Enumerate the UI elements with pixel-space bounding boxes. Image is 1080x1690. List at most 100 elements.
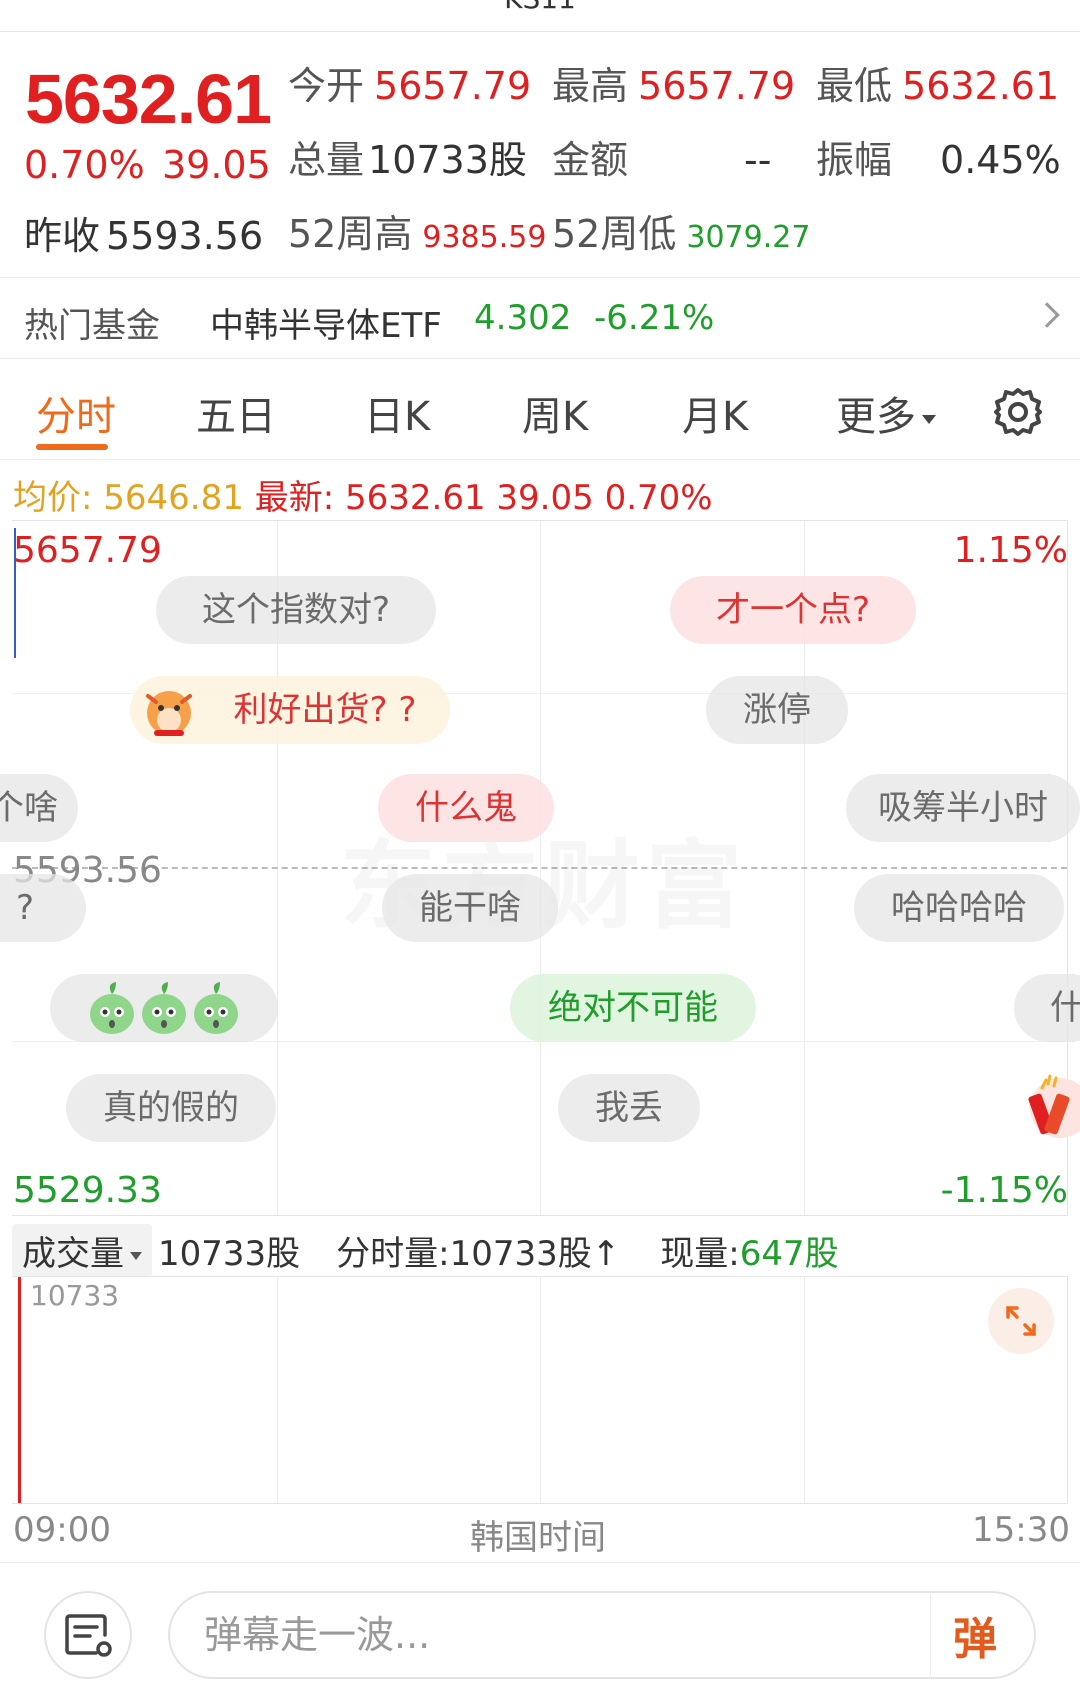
grid-line <box>277 1277 278 1503</box>
w52-high-cell: 52周高 9385.59 <box>288 203 546 258</box>
tab-more[interactable]: 更多 <box>836 384 936 442</box>
amount-value: -- <box>744 138 772 182</box>
x-axis-start: 09:00 <box>13 1510 111 1550</box>
danmaku-bubble[interactable]: 个啥 <box>0 774 78 842</box>
firecracker-icon <box>1028 1074 1080 1138</box>
volume-value: 10733股 <box>368 138 527 182</box>
hot-fund-price: 4.302 <box>474 298 572 338</box>
chart-tabs: 分时 五日 日K 周K 月K 更多 <box>0 360 1080 460</box>
danmaku-bubble[interactable]: 这个指数对? <box>156 576 436 644</box>
danmaku-bubble[interactable]: ? <box>0 874 86 942</box>
amount-label: 金额 <box>552 138 629 182</box>
volume-label: 总量 <box>288 138 365 182</box>
danmaku-send-label: 弹 <box>953 1614 997 1665</box>
danmaku-bubble[interactable]: 什 <box>1014 974 1080 1042</box>
hot-fund-row[interactable]: 热门基金 中韩半导体ETF 4.302 -6.21% <box>0 277 1080 359</box>
prev-close: 昨收 5593.56 <box>24 205 263 260</box>
volume-select-label: 成交量 <box>22 1234 124 1274</box>
expand-button[interactable] <box>988 1288 1054 1354</box>
amount-cell: 金额 -- <box>552 129 771 184</box>
w52-low-cell: 52周低 3079.27 <box>552 203 810 258</box>
volume-chart[interactable]: 10733 <box>12 1276 1068 1504</box>
danmaku-send-button[interactable]: 弹 <box>930 1591 1036 1679</box>
volume-now-label: 现量: <box>660 1234 740 1274</box>
latest-value: 5632.61 <box>344 478 486 518</box>
page-title: KS11 <box>0 0 1080 15</box>
low-cell: 最低 5632.61 <box>816 55 1059 110</box>
y-high-percent: 1.15% <box>953 530 1068 571</box>
danmaku-bubble[interactable]: 才一个点? <box>670 576 916 644</box>
amplitude-label: 振幅 <box>816 138 893 182</box>
tab-weekly-k[interactable]: 周K <box>522 384 588 442</box>
expand-icon <box>1006 1306 1036 1336</box>
high-cell: 最高 5657.79 <box>552 55 795 110</box>
w52-high-label: 52周高 <box>288 212 413 256</box>
bottom-bar: 弹幕走一波... 弹 <box>0 1562 1080 1690</box>
low-label: 最低 <box>816 64 893 108</box>
danmaku-bubble[interactable]: 真的假的 <box>66 1074 276 1142</box>
high-value: 5657.79 <box>638 64 796 108</box>
latest-change-percent: 0.70% <box>604 478 713 518</box>
x-axis-timezone: 韩国时间 <box>470 1518 606 1558</box>
y-low-percent: -1.15% <box>940 1170 1068 1211</box>
amplitude-value: 0.45% <box>940 138 1061 182</box>
hot-fund-label: 热门基金 <box>24 306 160 346</box>
current-price: 5632.61 <box>25 60 272 138</box>
x-axis-end: 15:30 <box>972 1510 1070 1550</box>
danmaku-bubble-emoji[interactable] <box>50 974 278 1042</box>
caret-down-icon <box>922 414 936 424</box>
tab-monthly-k[interactable]: 月K <box>682 384 748 442</box>
latest-label: 最新: <box>254 478 335 518</box>
volume-cell: 总量 10733股 <box>288 129 527 184</box>
open-value: 5657.79 <box>374 64 532 108</box>
tab-more-label: 更多 <box>836 394 916 440</box>
danmaku-bubble[interactable]: 绝对不可能 <box>510 974 756 1042</box>
avg-label: 均价: <box>13 478 93 518</box>
tab-intraday[interactable]: 分时 <box>36 384 116 442</box>
open-label: 今开 <box>288 64 365 108</box>
tab-five-day[interactable]: 五日 <box>196 384 276 442</box>
chevron-right-icon <box>1034 302 1060 328</box>
y-high-label: 5657.79 <box>13 530 162 571</box>
volume-header: 成交量 10733股 分时量:10733股↑ 现量:647股 <box>12 1224 839 1277</box>
gear-icon[interactable] <box>990 384 1046 440</box>
w52-low-value: 3079.27 <box>686 220 811 255</box>
volume-now-value: 647股 <box>739 1234 839 1274</box>
sprout-emoji-icon <box>90 982 238 1034</box>
danmaku-bubble[interactable]: 能干啥 <box>382 874 558 942</box>
tab-daily-k[interactable]: 日K <box>364 384 430 442</box>
low-value: 5632.61 <box>902 64 1060 108</box>
danmaku-text: 利好出货? ? <box>233 690 417 730</box>
danmaku-bubble[interactable]: 哈哈哈哈 <box>854 874 1064 942</box>
note-settings-icon <box>65 1614 112 1657</box>
high-label: 最高 <box>552 64 629 108</box>
grid-line <box>804 1277 805 1503</box>
latest-change-value: 39.05 <box>496 478 594 518</box>
note-button[interactable] <box>44 1591 132 1679</box>
hot-fund-name: 中韩半导体ETF <box>210 306 442 346</box>
open-cell: 今开 5657.79 <box>288 55 531 110</box>
volume-indicator-select[interactable]: 成交量 <box>12 1224 152 1277</box>
danmaku-bubble[interactable]: 吸筹半小时 <box>846 774 1080 842</box>
w52-high-value: 9385.59 <box>422 220 547 255</box>
avg-price-line: 均价: 5646.81 最新: 5632.61 39.05 0.70% <box>13 470 713 519</box>
volume-max-label: 10733 <box>30 1279 120 1312</box>
change-value: 39.05 <box>162 143 271 187</box>
y-low-label: 5529.33 <box>13 1170 162 1211</box>
volume-fen-value: 10733股↑ <box>449 1234 621 1274</box>
active-tab-indicator <box>36 444 108 450</box>
volume-fen-label: 分时量: <box>336 1234 450 1274</box>
avg-value: 5646.81 <box>103 478 244 518</box>
prev-close-value: 5593.56 <box>106 214 264 258</box>
danmaku-bubble[interactable]: 涨停 <box>706 676 848 744</box>
danmaku-bubble[interactable]: 什么鬼 <box>378 774 554 842</box>
change-percent: 0.70% <box>24 143 145 187</box>
grid-line <box>540 1277 541 1503</box>
amplitude-cell: 振幅 0.45% <box>816 129 1061 184</box>
hot-fund-percent: -6.21% <box>594 298 715 338</box>
danmaku-input[interactable]: 弹幕走一波... <box>168 1591 1036 1679</box>
w52-low-label: 52周低 <box>552 212 677 256</box>
danmaku-bubble[interactable]: 我丢 <box>558 1074 700 1142</box>
caret-down-icon <box>130 1251 142 1260</box>
volume-total: 10733股 <box>158 1234 301 1274</box>
